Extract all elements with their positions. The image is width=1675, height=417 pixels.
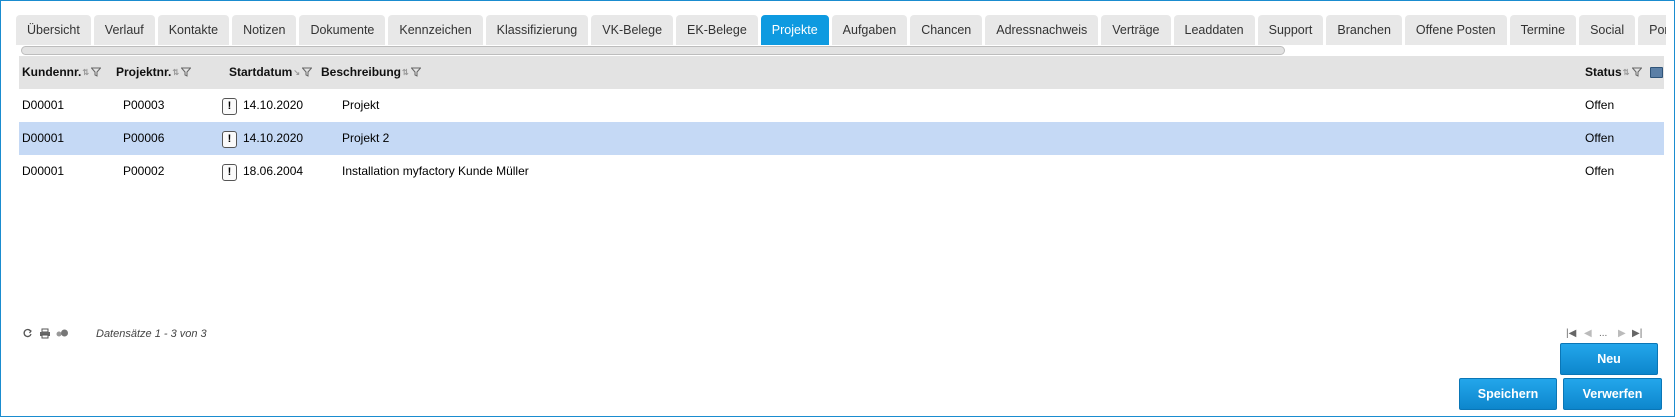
filter-icon[interactable] <box>181 67 192 77</box>
sort-icon[interactable]: ⇅ <box>172 56 179 89</box>
tab-adressnachweis[interactable]: Adressnachweis <box>985 15 1099 45</box>
tab-ek-belege[interactable]: EK-Belege <box>676 15 758 45</box>
warning-button[interactable]: ! <box>222 98 237 115</box>
grid-header: Kundennr.⇅ Projektnr.⇅ Startdatum↘ Besch… <box>19 56 1664 89</box>
save-button[interactable]: Speichern <box>1459 378 1557 410</box>
table-row[interactable]: D00001 P00002 ! 18.06.2004 Installation … <box>19 155 1664 188</box>
column-header-startdatum[interactable]: Startdatum↘ <box>229 56 313 89</box>
tab-kennzeichen[interactable]: Kennzeichen <box>388 15 483 45</box>
tab-notizen[interactable]: Notizen <box>232 15 297 45</box>
tab-strip: Übersicht Verlauf Kontakte Notizen Dokum… <box>16 15 1666 45</box>
cell-beschreibung: Projekt 2 <box>342 131 390 145</box>
table-row[interactable]: D00001 P00003 ! 14.10.2020 Projekt Offen <box>19 89 1664 122</box>
warning-button[interactable]: ! <box>222 164 237 181</box>
cell-projektnr: P00006 <box>123 131 165 145</box>
first-page-icon[interactable]: |◀ <box>1566 328 1576 339</box>
tab-uebersicht[interactable]: Übersicht <box>16 15 91 45</box>
tab-dokumente[interactable]: Dokumente <box>299 15 386 45</box>
warning-button[interactable]: ! <box>222 131 237 148</box>
sort-icon[interactable]: ↘ <box>293 56 300 89</box>
tab-vk-belege[interactable]: VK-Belege <box>591 15 674 45</box>
sort-icon[interactable]: ⇅ <box>402 56 409 89</box>
cell-status: Offen <box>1585 131 1615 145</box>
column-header-label: Beschreibung <box>321 65 402 79</box>
refresh-icon[interactable] <box>22 328 34 340</box>
cell-projektnr: P00002 <box>123 164 165 178</box>
tab-offene-posten[interactable]: Offene Posten <box>1404 15 1507 45</box>
next-page-icon[interactable]: ▶ <box>1618 328 1626 339</box>
tab-kontakte[interactable]: Kontakte <box>157 15 230 45</box>
filter-icon[interactable] <box>91 67 102 77</box>
column-header-beschreibung[interactable]: Beschreibung⇅ <box>321 56 422 89</box>
tab-leaddaten[interactable]: Leaddaten <box>1173 15 1255 45</box>
cell-startdatum: 14.10.2020 <box>243 131 304 145</box>
cell-status: Offen <box>1585 98 1615 112</box>
column-header-kundennr[interactable]: Kundennr.⇅ <box>22 56 102 89</box>
new-button[interactable]: Neu <box>1560 343 1658 375</box>
column-header-label: Projektnr. <box>116 65 172 79</box>
cell-projektnr: P00003 <box>123 98 165 112</box>
tab-aufgaben[interactable]: Aufgaben <box>831 15 908 45</box>
sort-icon[interactable]: ⇅ <box>82 56 89 89</box>
tab-portalbesuche[interactable]: Portalbesuche <box>1638 15 1666 45</box>
last-page-icon[interactable]: ▶| <box>1632 328 1642 339</box>
cell-startdatum: 18.06.2004 <box>243 164 304 178</box>
cell-startdatum: 14.10.2020 <box>243 98 304 112</box>
tab-scrollbar[interactable] <box>21 46 1285 55</box>
previous-page-icon[interactable]: ◀ <box>1584 328 1592 339</box>
tab-chancen[interactable]: Chancen <box>910 15 983 45</box>
settings-icon[interactable] <box>55 328 68 340</box>
tab-verlauf[interactable]: Verlauf <box>93 15 155 45</box>
filter-icon[interactable] <box>302 67 313 77</box>
column-header-label: Kundennr. <box>22 65 82 79</box>
tab-social[interactable]: Social <box>1579 15 1636 45</box>
tab-klassifizierung[interactable]: Klassifizierung <box>485 15 589 45</box>
cell-beschreibung: Projekt <box>342 98 380 112</box>
table-row[interactable]: D00001 P00006 ! 14.10.2020 Projekt 2 Off… <box>19 122 1664 155</box>
sort-icon[interactable]: ⇅ <box>1623 56 1630 89</box>
column-header-projektnr[interactable]: Projektnr.⇅ <box>116 56 192 89</box>
cell-beschreibung: Installation myfactory Kunde Müller <box>342 164 529 178</box>
tab-projekte[interactable]: Projekte <box>760 15 829 45</box>
column-header-status[interactable]: Status⇅ <box>1585 56 1642 89</box>
main-window: Übersicht Verlauf Kontakte Notizen Dokum… <box>0 0 1675 417</box>
export-icon[interactable] <box>1650 67 1663 78</box>
tab-termine[interactable]: Termine <box>1509 15 1577 45</box>
cell-kundennr: D00001 <box>22 98 65 112</box>
cell-kundennr: D00001 <box>22 164 65 178</box>
record-count: Datensätze 1 - 3 von 3 <box>96 328 207 340</box>
tab-vertraege[interactable]: Verträge <box>1101 15 1171 45</box>
column-header-label: Startdatum <box>229 65 293 79</box>
print-icon[interactable] <box>39 328 51 340</box>
column-header-label: Status <box>1585 65 1622 79</box>
cell-status: Offen <box>1585 164 1615 178</box>
discard-button[interactable]: Verwerfen <box>1563 378 1662 410</box>
tab-branchen[interactable]: Branchen <box>1326 15 1402 45</box>
filter-icon[interactable] <box>1631 67 1642 77</box>
filter-icon[interactable] <box>411 67 422 77</box>
cell-kundennr: D00001 <box>22 131 65 145</box>
pager-ellipsis: ... <box>1599 328 1608 339</box>
pager: |◀ ◀ ... ▶ ▶| <box>1566 328 1646 342</box>
tab-support[interactable]: Support <box>1257 15 1324 45</box>
